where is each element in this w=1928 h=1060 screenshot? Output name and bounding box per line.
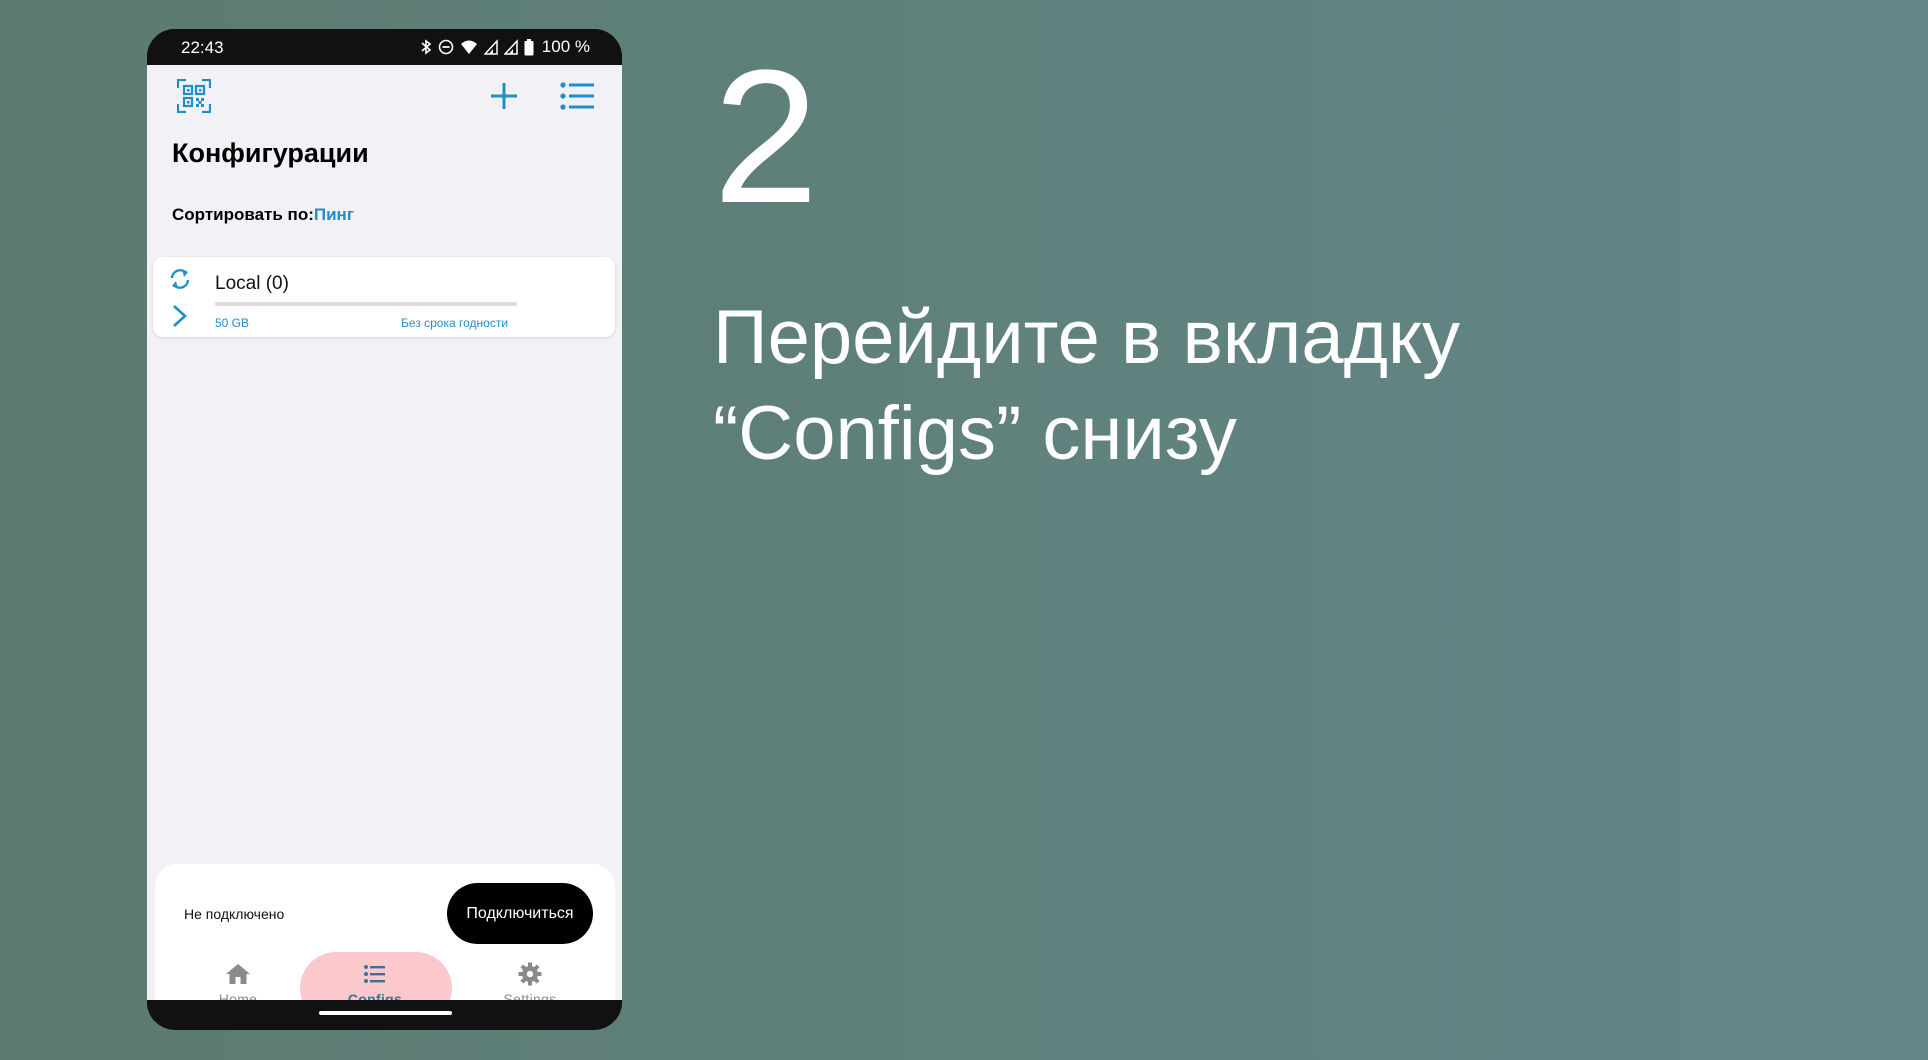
wifi-icon — [460, 40, 477, 54]
configs-screen: Конфигурации Сортировать по:Пинг Local (… — [147, 65, 622, 1030]
battery-icon — [524, 38, 534, 55]
home-icon — [226, 964, 250, 984]
instruction-text: Перейдите в вкладку “Configs” снизу — [713, 290, 1713, 482]
do-not-disturb-icon — [438, 39, 454, 55]
step-number: 2 — [713, 31, 819, 243]
refresh-icon[interactable] — [167, 266, 193, 292]
home-gesture-bar[interactable] — [319, 1011, 452, 1015]
profile-expiry: Без срока годности — [401, 316, 509, 330]
sort-label: Сортировать по: — [172, 205, 314, 224]
sort-value[interactable]: Пинг — [314, 205, 354, 224]
top-app-bar — [147, 65, 622, 125]
profile-name: Local (0) — [215, 273, 289, 294]
profile-traffic: 50 GB — [215, 316, 250, 330]
instruction-line-1: Перейдите в вкладку — [713, 295, 1461, 380]
chevron-right-icon[interactable] — [171, 303, 189, 329]
list-icon — [364, 965, 385, 983]
status-icons: 100 % — [420, 37, 590, 57]
signal-icon-2 — [503, 39, 518, 55]
usage-progress-bar — [215, 302, 517, 306]
connection-status: Не подключено — [184, 906, 285, 922]
connect-button[interactable]: Подключиться — [447, 883, 593, 944]
list-menu-icon[interactable] — [560, 81, 594, 111]
add-icon[interactable] — [489, 81, 519, 111]
qr-scan-icon[interactable] — [177, 79, 211, 113]
bluetooth-icon — [421, 39, 432, 55]
profile-card[interactable]: Local (0) 50 GB Без срока годности — [153, 257, 615, 337]
gesture-area — [147, 1000, 622, 1030]
gear-icon — [518, 962, 542, 986]
page-title: Конфигурации — [172, 138, 369, 168]
phone-frame: 22:43 100 % Конфигурации Сортировать по:… — [147, 29, 622, 1030]
battery-percent: 100 % — [541, 37, 590, 56]
instruction-line-2: “Configs” снизу — [713, 391, 1237, 476]
sort-selector[interactable]: Сортировать по:Пинг — [172, 205, 354, 225]
status-time: 22:43 — [181, 38, 224, 57]
status-bar: 22:43 100 % — [147, 29, 622, 65]
signal-icon — [483, 39, 498, 55]
